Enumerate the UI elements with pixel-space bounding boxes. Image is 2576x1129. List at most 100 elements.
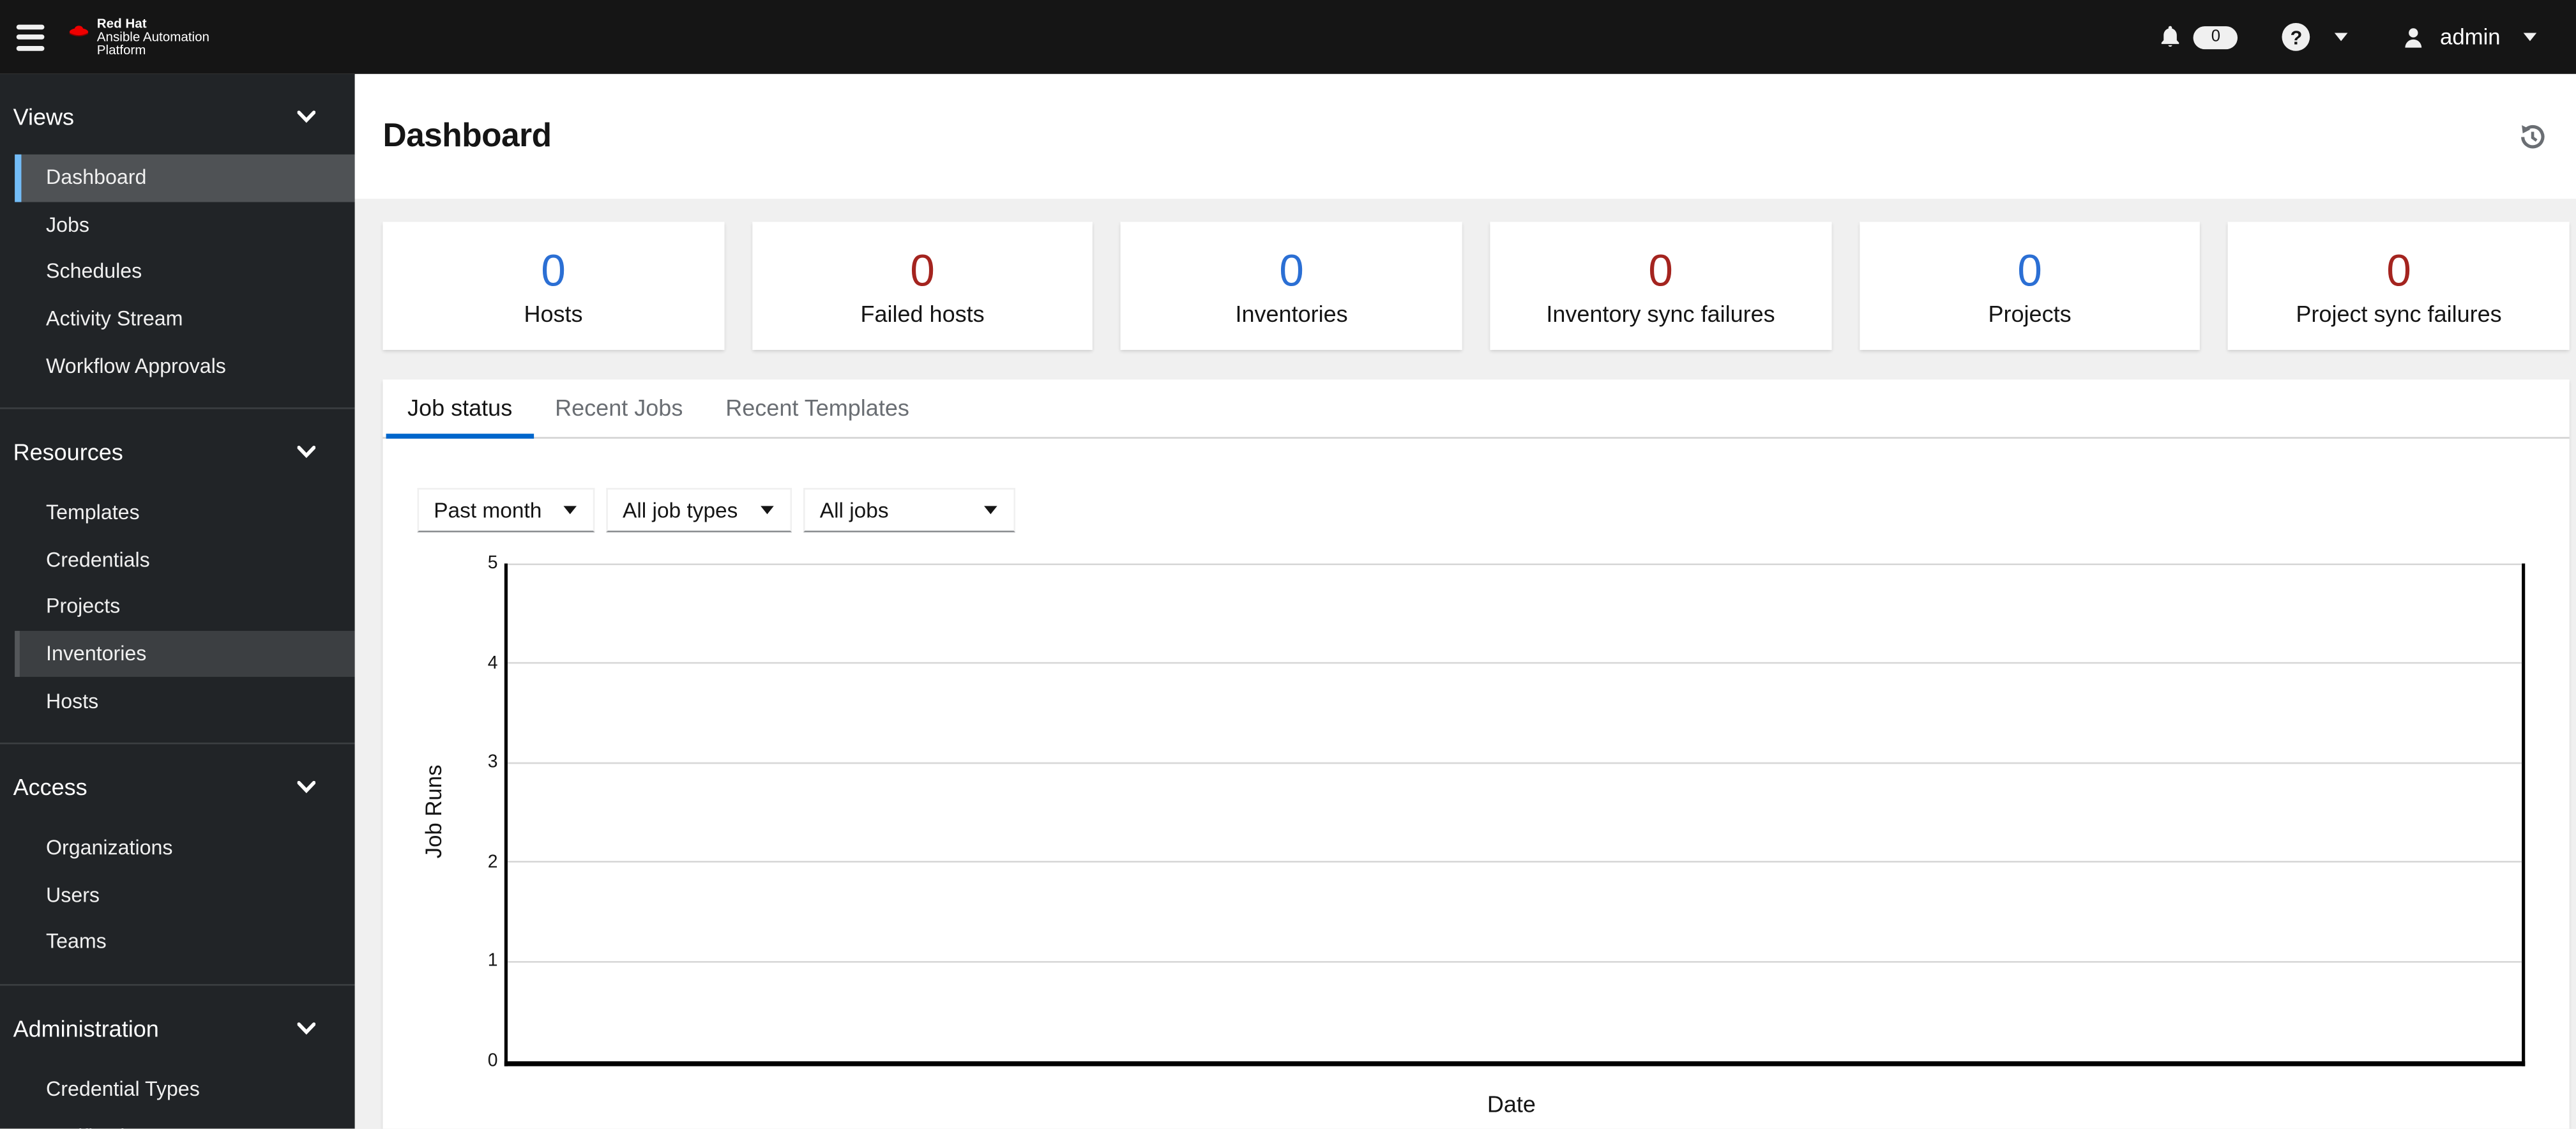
gridline xyxy=(507,563,2522,564)
tab-recent-jobs[interactable]: Recent Jobs xyxy=(534,379,704,437)
summary-card-hosts: 0 Hosts xyxy=(383,222,724,350)
app-window: Red Hat Ansible Automation Platform 0 ? xyxy=(0,0,2576,1129)
caret-down-icon xyxy=(761,506,774,515)
summary-card-project-sync-failures: 0 Project sync failures xyxy=(2228,222,2570,350)
selected-value: All jobs xyxy=(819,497,889,523)
sidebar-item-credential-types[interactable]: Credential Types xyxy=(15,1066,355,1113)
gridline xyxy=(507,960,2522,963)
help-menu-button[interactable]: ? xyxy=(2282,23,2348,51)
notifications-button[interactable]: 0 xyxy=(2158,23,2238,51)
masthead: Red Hat Ansible Automation Platform 0 ? xyxy=(0,0,2576,74)
sidebar-item-templates[interactable]: Templates xyxy=(15,490,355,537)
chevron-down-icon xyxy=(2523,33,2537,42)
sidebar-item-organizations[interactable]: Organizations xyxy=(15,824,355,872)
sidebar-section: Resources Templates Credentials Projects In… xyxy=(0,407,355,743)
summary-card-failed-hosts: 0 Failed hosts xyxy=(752,222,1093,350)
card-label: Failed hosts xyxy=(860,299,985,326)
sidebar-section: Views Dashboard Jobs Schedules Activity Str… xyxy=(0,74,355,407)
y-tick-label: 0 xyxy=(487,1051,498,1072)
y-tick-label: 4 xyxy=(487,653,498,673)
count-link-inventory-sync-failures[interactable]: 0 xyxy=(1648,246,1673,295)
tab-recent-templates[interactable]: Recent Templates xyxy=(704,379,931,437)
chevron-down-icon xyxy=(2335,33,2348,42)
tab-bar: Job status Recent Jobs Recent Templates xyxy=(383,379,2570,439)
sidebar-item-inventories[interactable]: Inventories xyxy=(15,630,355,678)
sidebar-section-header-views[interactable]: Views xyxy=(0,95,355,138)
filter-select-all-jobs[interactable]: All jobs xyxy=(803,488,1015,533)
caret-down-icon xyxy=(563,506,577,515)
sidebar-item-users[interactable]: Users xyxy=(15,872,355,919)
y-tick-label: 1 xyxy=(487,951,498,972)
card-label: Project sync failures xyxy=(2296,299,2502,326)
chart-x-axis-label: Date xyxy=(1487,1091,1536,1118)
card-label: Projects xyxy=(1988,299,2072,326)
sidebar-section: Administration Credential TypesNotificat… xyxy=(0,983,355,1129)
sidebar-item-schedules[interactable]: Schedules xyxy=(15,248,355,296)
chevron-down-icon xyxy=(297,110,315,123)
redhat-fedora-icon xyxy=(69,24,89,36)
sidebar-section-header-resources[interactable]: Resources xyxy=(0,430,355,473)
brand-line-1: Red Hat xyxy=(96,15,147,31)
sidebar-item-jobs[interactable]: Jobs xyxy=(15,201,355,248)
main-area: Dashboard 0 Hosts 0 Failed hosts 0 Inventorie… xyxy=(354,73,2576,1129)
sidebar-section-header-administration[interactable]: Administration xyxy=(0,1006,355,1049)
bell-icon xyxy=(2158,23,2184,51)
app-logo[interactable]: Red Hat Ansible Automation Platform xyxy=(67,17,209,57)
count-link-failed-hosts[interactable]: 0 xyxy=(910,246,935,295)
sidebar-item-hosts[interactable]: Hosts xyxy=(15,678,355,725)
caret-down-icon xyxy=(984,506,997,515)
sidebar-section-header-access[interactable]: Access xyxy=(0,766,355,808)
chevron-down-icon xyxy=(297,1021,315,1034)
count-link-projects[interactable]: 0 xyxy=(2017,246,2042,295)
user-icon xyxy=(2400,24,2427,50)
sidebar-item-notifications[interactable]: Notifications xyxy=(15,1113,355,1129)
card-label: Inventories xyxy=(1235,299,1348,326)
gridline xyxy=(507,761,2522,764)
count-link-project-sync-failures[interactable]: 0 xyxy=(2386,246,2411,295)
chevron-down-icon xyxy=(297,780,315,794)
job-status-panel: Job status Recent Jobs Recent Templates Pa… xyxy=(383,379,2570,1129)
job-runs-chart: Job Runs 5 4 3 2 1 0 Date xyxy=(383,554,2569,1129)
brand-line-3: Platform xyxy=(96,42,146,57)
sidebar-item-activity-stream[interactable]: Activity Stream xyxy=(15,296,355,343)
notifications-badge: 0 xyxy=(2193,25,2238,49)
chart-y-axis-label: Job Runs xyxy=(421,764,446,859)
selected-value: All job types xyxy=(623,497,738,523)
chevron-down-icon xyxy=(297,445,315,458)
summary-card-inventories: 0 Inventories xyxy=(1121,222,1462,350)
count-link-hosts[interactable]: 0 xyxy=(541,246,566,295)
tab-job-status[interactable]: Job status xyxy=(386,379,534,439)
y-tick-label: 2 xyxy=(487,852,498,872)
card-label: Inventory sync failures xyxy=(1546,299,1775,326)
gridline xyxy=(507,662,2522,664)
user-menu-button[interactable]: admin xyxy=(2400,24,2537,50)
sidebar-item-workflow-approvals[interactable]: Workflow Approvals xyxy=(15,342,355,390)
chart-plot-area xyxy=(504,563,2526,1066)
summary-cards: 0 Hosts 0 Failed hosts 0 Inventories 0 Inventor… xyxy=(383,222,2570,350)
page-title: Dashboard xyxy=(383,117,552,154)
sidebar-item-dashboard[interactable]: Dashboard xyxy=(15,154,355,202)
nav-toggle-button[interactable] xyxy=(16,24,46,50)
filter-bar: Past month All job types All jobs xyxy=(383,439,2569,533)
sidebar-section: Access Organizations Users Teams xyxy=(0,742,355,984)
summary-card-projects: 0 Projects xyxy=(1859,222,2201,350)
question-circle-icon: ? xyxy=(2282,23,2310,51)
history-icon-button[interactable] xyxy=(2519,123,2547,151)
count-link-inventories[interactable]: 0 xyxy=(1279,246,1304,295)
dashboard-content: 0 Hosts 0 Failed hosts 0 Inventories 0 Inventor… xyxy=(355,199,2576,1129)
sidebar-item-projects[interactable]: Projects xyxy=(15,584,355,631)
y-tick-label: 3 xyxy=(487,752,498,773)
filter-select-all-job-types[interactable]: All job types xyxy=(606,488,792,533)
sidebar-item-credentials[interactable]: Credentials xyxy=(15,536,355,584)
sidebar-item-teams[interactable]: Teams xyxy=(15,918,355,966)
gridline xyxy=(507,861,2522,863)
history-icon xyxy=(2519,123,2547,151)
filter-select-past-month[interactable]: Past month xyxy=(417,488,595,533)
page-header: Dashboard xyxy=(354,73,2576,199)
y-tick-label: 5 xyxy=(487,553,498,573)
username-label: admin xyxy=(2440,24,2501,50)
selected-value: Past month xyxy=(434,497,542,523)
card-label: Hosts xyxy=(524,299,583,326)
summary-card-inventory-sync-failures: 0 Inventory sync failures xyxy=(1490,222,1831,350)
brand-line-2: Ansible Automation xyxy=(96,29,210,44)
